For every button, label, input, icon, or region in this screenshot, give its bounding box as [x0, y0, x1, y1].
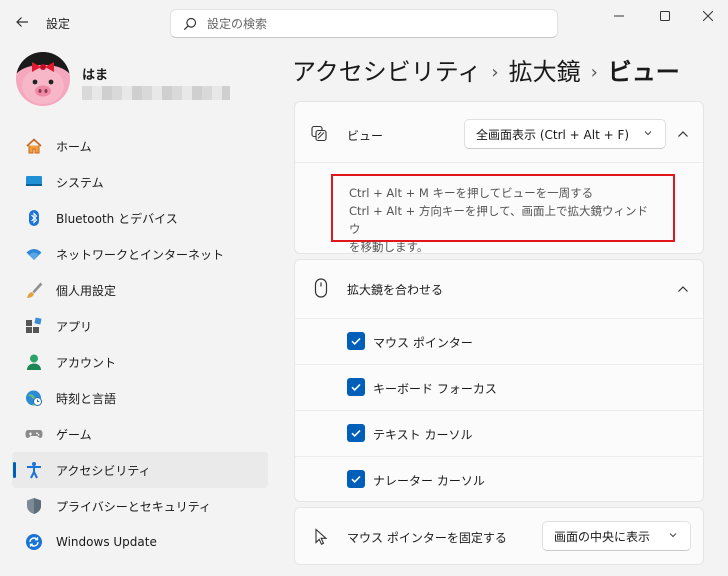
windows-update-icon: [24, 532, 44, 552]
breadcrumb-accessibility[interactable]: アクセシビリティ: [292, 58, 481, 86]
sidebar-item-label: 時刻と言語: [56, 391, 117, 406]
view-mode-value: 全画面表示 (Ctrl + Alt + F): [476, 127, 630, 142]
breadcrumb-separator: ›: [491, 62, 499, 83]
close-button[interactable]: [688, 0, 728, 32]
sidebar-item-apps[interactable]: アプリ: [12, 308, 268, 344]
sidebar-item-windows-update[interactable]: Windows Update: [12, 524, 268, 560]
gamepad-icon: [24, 424, 44, 444]
follow-option-row[interactable]: テキスト カーソル: [294, 410, 704, 456]
avatar[interactable]: [16, 52, 70, 106]
profile-email-redacted: [82, 86, 230, 100]
pointer-position-value: 画面の中央に表示: [554, 529, 651, 544]
view-label: ビュー: [347, 129, 384, 143]
sidebar-nav: ホーム システム Bluetooth とデバイス ネットワークとインターネット …: [12, 128, 268, 560]
profile-name: はま: [82, 68, 109, 83]
account-icon: [24, 352, 44, 372]
search-icon: [183, 17, 197, 30]
system-icon: [24, 172, 44, 192]
checkbox-label: キーボード フォーカス: [373, 382, 497, 396]
apps-icon: [24, 316, 44, 336]
app-title: 設定: [46, 17, 71, 31]
sidebar-item-label: ゲーム: [56, 427, 92, 442]
back-arrow-icon[interactable]: [12, 10, 32, 34]
checkbox-label: マウス ポインター: [373, 336, 473, 350]
sidebar-item-bluetooth[interactable]: Bluetooth とデバイス: [12, 200, 268, 236]
divider: [295, 162, 703, 163]
search-box[interactable]: [170, 9, 558, 38]
home-icon: [24, 136, 44, 156]
pointer-card: マウス ポインターを固定する 画面の中央に表示: [294, 507, 704, 565]
pointer-position-dropdown[interactable]: 画面の中央に表示: [542, 521, 691, 551]
sidebar-item-label: アカウント: [56, 355, 117, 370]
sidebar-item-label: プライバシーとセキュリティ: [56, 499, 212, 514]
sidebar-item-label: システム: [56, 175, 104, 190]
sidebar-item-personalization[interactable]: 個人用設定: [12, 272, 268, 308]
chevron-down-icon: [669, 533, 677, 538]
view-description-highlight: Ctrl + Alt + M キーを押してビューを一周する Ctrl + Alt…: [331, 174, 675, 254]
pointer-icon: [311, 527, 331, 547]
search-input[interactable]: [207, 16, 527, 31]
follow-option-row[interactable]: キーボード フォーカス: [294, 364, 704, 410]
description-line: を移動します。: [349, 240, 429, 254]
sidebar-item-label: アクセシビリティ: [56, 463, 151, 478]
maximize-button[interactable]: [642, 0, 688, 32]
wifi-icon: [24, 244, 44, 264]
view-icon: [309, 124, 329, 144]
sidebar-item-time-language[interactable]: 時刻と言語: [12, 380, 268, 416]
follow-option-row[interactable]: マウス ポインター: [294, 318, 704, 364]
bluetooth-icon: [24, 208, 44, 228]
chevron-up-icon[interactable]: [676, 127, 690, 141]
pointer-label: マウス ポインターを固定する: [347, 531, 507, 545]
sidebar-item-accessibility[interactable]: アクセシビリティ: [12, 452, 268, 488]
title-bar: 設定: [0, 0, 728, 44]
checkbox-label: ナレーター カーソル: [373, 474, 485, 488]
breadcrumb: アクセシビリティ › 拡大鏡 › ビュー: [292, 52, 680, 87]
checkbox-label: テキスト カーソル: [373, 428, 473, 442]
keyboard-focus-checkbox[interactable]: [347, 378, 365, 396]
sidebar-item-label: ネットワークとインターネット: [56, 247, 225, 262]
mouse-pointer-checkbox[interactable]: [347, 332, 365, 350]
narrator-cursor-checkbox[interactable]: [347, 470, 365, 488]
sidebar-item-label: アプリ: [56, 319, 93, 334]
sidebar-item-privacy[interactable]: プライバシーとセキュリティ: [12, 488, 268, 524]
sidebar-item-home[interactable]: ホーム: [12, 128, 268, 164]
chevron-down-icon: [644, 131, 652, 136]
text-cursor-checkbox[interactable]: [347, 424, 365, 442]
breadcrumb-separator: ›: [590, 62, 598, 83]
sidebar-item-label: Bluetooth とデバイス: [56, 211, 178, 226]
brush-icon: [24, 280, 44, 300]
accessibility-icon: [24, 460, 44, 480]
follow-label: 拡大鏡を合わせる: [347, 283, 444, 297]
breadcrumb-magnifier[interactable]: 拡大鏡: [509, 58, 581, 86]
globe-clock-icon: [24, 388, 44, 408]
follow-option-row[interactable]: ナレーター カーソル: [294, 456, 704, 502]
active-indicator: [13, 462, 16, 478]
sidebar-item-system[interactable]: システム: [12, 164, 268, 200]
chevron-up-icon[interactable]: [676, 282, 690, 296]
page-title: ビュー: [607, 58, 680, 86]
mouse-icon: [311, 278, 331, 298]
follow-card[interactable]: 拡大鏡を合わせる: [294, 259, 704, 319]
description-line: Ctrl + Alt + 方向キーを押して、画面上で拡大鏡ウィンドウ: [349, 204, 649, 236]
view-mode-dropdown[interactable]: 全画面表示 (Ctrl + Alt + F): [464, 119, 666, 149]
shield-icon: [24, 496, 44, 516]
sidebar-item-gaming[interactable]: ゲーム: [12, 416, 268, 452]
sidebar-item-label: ホーム: [56, 139, 92, 154]
description-line: Ctrl + Alt + M キーを押してビューを一周する: [349, 186, 594, 200]
sidebar-item-label: 個人用設定: [56, 283, 117, 298]
sidebar-item-network[interactable]: ネットワークとインターネット: [12, 236, 268, 272]
sidebar-item-label: Windows Update: [56, 535, 157, 549]
sidebar-item-accounts[interactable]: アカウント: [12, 344, 268, 380]
minimize-button[interactable]: [596, 0, 642, 32]
